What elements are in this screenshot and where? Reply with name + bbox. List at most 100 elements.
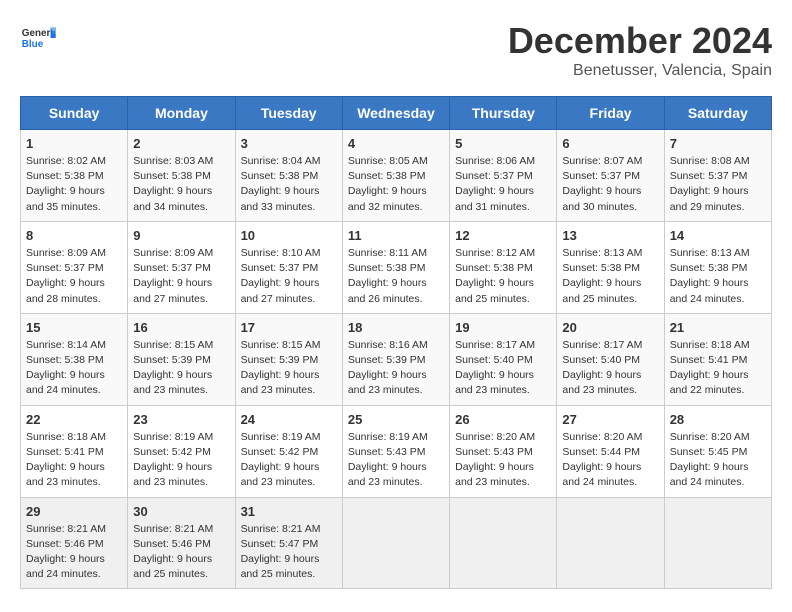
svg-text:Blue: Blue (22, 39, 44, 50)
day-number: 28 (670, 412, 766, 427)
calendar-day-13: 13 Sunrise: 8:13 AM Sunset: 5:38 PM Dayli… (557, 221, 664, 313)
day-number: 3 (241, 136, 337, 151)
title-block: December 2024 Benetusser, Valencia, Spai… (508, 20, 772, 80)
calendar-day-2: 2Sunrise: 8:03 AM Sunset: 5:38 PM Daylig… (128, 130, 235, 222)
calendar-body: 1Sunrise: 8:02 AM Sunset: 5:38 PM Daylig… (21, 130, 772, 589)
dow-saturday: Saturday (664, 97, 771, 130)
day-number: 12 (455, 228, 551, 243)
month-title: December 2024 (508, 20, 772, 62)
day-info: Sunrise: 8:04 AM Sunset: 5:38 PM Dayligh… (241, 154, 337, 215)
day-number: 20 (562, 320, 658, 335)
empty-day (342, 497, 449, 589)
day-info: Sunrise: 8:21 AM Sunset: 5:46 PM Dayligh… (26, 522, 122, 583)
day-number: 30 (133, 504, 229, 519)
day-number: 16 (133, 320, 229, 335)
calendar-day-23: 23 Sunrise: 8:19 AM Sunset: 5:42 PM Dayli… (128, 405, 235, 497)
day-number: 1 (26, 136, 122, 151)
calendar-day-30: 30 Sunrise: 8:21 AM Sunset: 5:46 PM Dayli… (128, 497, 235, 589)
day-info: Sunrise: 8:19 AM Sunset: 5:42 PM Dayligh… (133, 430, 229, 491)
day-info: Sunrise: 8:18 AM Sunset: 5:41 PM Dayligh… (670, 338, 766, 399)
dow-sunday: Sunday (21, 97, 128, 130)
calendar-day-9: 9Sunrise: 8:09 AM Sunset: 5:37 PM Daylig… (128, 221, 235, 313)
empty-day (664, 497, 771, 589)
day-info: Sunrise: 8:13 AM Sunset: 5:38 PM Dayligh… (670, 246, 766, 307)
calendar-day-20: 20 Sunrise: 8:17 AM Sunset: 5:40 PM Dayli… (557, 313, 664, 405)
day-number: 13 (562, 228, 658, 243)
calendar-table: SundayMondayTuesdayWednesdayThursdayFrid… (20, 96, 772, 589)
calendar-day-24: 24 Sunrise: 8:19 AM Sunset: 5:42 PM Dayli… (235, 405, 342, 497)
day-number: 22 (26, 412, 122, 427)
calendar-day-10: 10Sunrise: 8:10 AM Sunset: 5:37 PM Dayli… (235, 221, 342, 313)
calendar-week-1: 1Sunrise: 8:02 AM Sunset: 5:38 PM Daylig… (21, 130, 772, 222)
calendar-week-3: 15Sunrise: 8:14 AM Sunset: 5:38 PM Dayli… (21, 313, 772, 405)
day-number: 11 (348, 228, 444, 243)
calendar-day-21: 21 Sunrise: 8:18 AM Sunset: 5:41 PM Dayli… (664, 313, 771, 405)
day-number: 15 (26, 320, 122, 335)
location-title: Benetusser, Valencia, Spain (508, 62, 772, 80)
day-number: 18 (348, 320, 444, 335)
days-of-week-header: SundayMondayTuesdayWednesdayThursdayFrid… (21, 97, 772, 130)
day-number: 27 (562, 412, 658, 427)
calendar-day-27: 27 Sunrise: 8:20 AM Sunset: 5:44 PM Dayli… (557, 405, 664, 497)
dow-wednesday: Wednesday (342, 97, 449, 130)
empty-day (557, 497, 664, 589)
day-number: 23 (133, 412, 229, 427)
calendar-day-5: 5 Sunrise: 8:06 AM Sunset: 5:37 PM Daylig… (450, 130, 557, 222)
dow-thursday: Thursday (450, 97, 557, 130)
calendar-day-19: 19Sunrise: 8:17 AM Sunset: 5:40 PM Dayli… (450, 313, 557, 405)
logo-icon: General Blue (20, 20, 56, 56)
day-info: Sunrise: 8:12 AM Sunset: 5:38 PM Dayligh… (455, 246, 551, 307)
calendar-day-8: 8 Sunrise: 8:09 AM Sunset: 5:37 PM Daylig… (21, 221, 128, 313)
day-number: 5 (455, 136, 551, 151)
day-number: 8 (26, 228, 122, 243)
day-info: Sunrise: 8:09 AM Sunset: 5:37 PM Dayligh… (26, 246, 122, 307)
calendar-day-6: 6 Sunrise: 8:07 AM Sunset: 5:37 PM Daylig… (557, 130, 664, 222)
calendar-day-22: 22 Sunrise: 8:18 AM Sunset: 5:41 PM Dayli… (21, 405, 128, 497)
day-number: 14 (670, 228, 766, 243)
day-number: 31 (241, 504, 337, 519)
day-number: 6 (562, 136, 658, 151)
calendar-day-12: 12 Sunrise: 8:12 AM Sunset: 5:38 PM Dayli… (450, 221, 557, 313)
day-number: 19 (455, 320, 551, 335)
day-info: Sunrise: 8:07 AM Sunset: 5:37 PM Dayligh… (562, 154, 658, 215)
day-info: Sunrise: 8:21 AM Sunset: 5:47 PM Dayligh… (241, 522, 337, 583)
calendar-day-1: 1Sunrise: 8:02 AM Sunset: 5:38 PM Daylig… (21, 130, 128, 222)
day-number: 24 (241, 412, 337, 427)
day-info: Sunrise: 8:20 AM Sunset: 5:44 PM Dayligh… (562, 430, 658, 491)
day-number: 25 (348, 412, 444, 427)
calendar-day-7: 7Sunrise: 8:08 AM Sunset: 5:37 PM Daylig… (664, 130, 771, 222)
calendar-day-29: 29 Sunrise: 8:21 AM Sunset: 5:46 PM Dayli… (21, 497, 128, 589)
day-number: 21 (670, 320, 766, 335)
day-info: Sunrise: 8:21 AM Sunset: 5:46 PM Dayligh… (133, 522, 229, 583)
calendar-day-18: 18 Sunrise: 8:16 AM Sunset: 5:39 PM Dayli… (342, 313, 449, 405)
calendar-day-16: 16 Sunrise: 8:15 AM Sunset: 5:39 PM Dayli… (128, 313, 235, 405)
day-info: Sunrise: 8:11 AM Sunset: 5:38 PM Dayligh… (348, 246, 444, 307)
dow-friday: Friday (557, 97, 664, 130)
calendar-week-2: 8 Sunrise: 8:09 AM Sunset: 5:37 PM Daylig… (21, 221, 772, 313)
day-number: 7 (670, 136, 766, 151)
calendar-day-17: 17 Sunrise: 8:15 AM Sunset: 5:39 PM Dayli… (235, 313, 342, 405)
day-number: 17 (241, 320, 337, 335)
day-number: 29 (26, 504, 122, 519)
day-info: Sunrise: 8:19 AM Sunset: 5:42 PM Dayligh… (241, 430, 337, 491)
day-info: Sunrise: 8:20 AM Sunset: 5:43 PM Dayligh… (455, 430, 551, 491)
calendar-day-25: 25Sunrise: 8:19 AM Sunset: 5:43 PM Dayli… (342, 405, 449, 497)
day-info: Sunrise: 8:15 AM Sunset: 5:39 PM Dayligh… (133, 338, 229, 399)
page-header: General Blue December 2024 Benetusser, V… (20, 20, 772, 80)
calendar-day-26: 26 Sunrise: 8:20 AM Sunset: 5:43 PM Dayli… (450, 405, 557, 497)
day-info: Sunrise: 8:16 AM Sunset: 5:39 PM Dayligh… (348, 338, 444, 399)
day-info: Sunrise: 8:13 AM Sunset: 5:38 PM Dayligh… (562, 246, 658, 307)
day-info: Sunrise: 8:18 AM Sunset: 5:41 PM Dayligh… (26, 430, 122, 491)
day-info: Sunrise: 8:06 AM Sunset: 5:37 PM Dayligh… (455, 154, 551, 215)
day-info: Sunrise: 8:09 AM Sunset: 5:37 PM Dayligh… (133, 246, 229, 307)
day-number: 26 (455, 412, 551, 427)
day-number: 10 (241, 228, 337, 243)
day-info: Sunrise: 8:17 AM Sunset: 5:40 PM Dayligh… (562, 338, 658, 399)
day-number: 2 (133, 136, 229, 151)
dow-tuesday: Tuesday (235, 97, 342, 130)
calendar-day-3: 3 Sunrise: 8:04 AM Sunset: 5:38 PM Daylig… (235, 130, 342, 222)
empty-day (450, 497, 557, 589)
day-info: Sunrise: 8:05 AM Sunset: 5:38 PM Dayligh… (348, 154, 444, 215)
day-number: 4 (348, 136, 444, 151)
day-info: Sunrise: 8:15 AM Sunset: 5:39 PM Dayligh… (241, 338, 337, 399)
